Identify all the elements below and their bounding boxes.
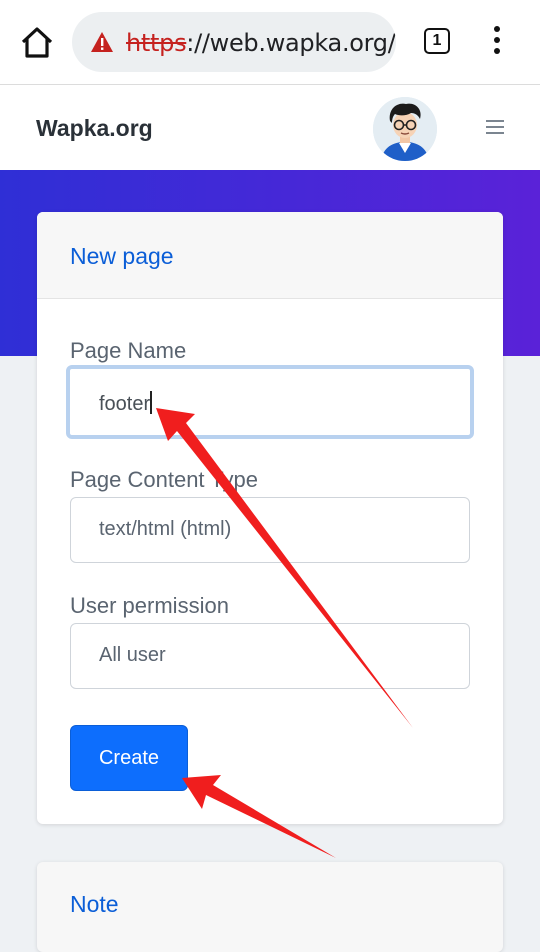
avatar-illustration [373, 97, 437, 161]
content-type-select[interactable]: text/html (html) [70, 497, 470, 563]
content-type-label: Page Content Type [70, 467, 258, 492]
overflow-menu-icon[interactable] [490, 26, 504, 58]
permission-select[interactable]: All user [70, 623, 470, 689]
home-icon[interactable] [18, 24, 56, 62]
text-caret [150, 391, 153, 414]
permission-label: User permission [70, 593, 229, 618]
content-type-value: text/html (html) [99, 518, 232, 540]
browser-toolbar: https://web.wapka.org/p 1 [0, 0, 540, 85]
url-text: https://web.wapka.org/p [126, 29, 396, 57]
page-name-value: footer [99, 391, 153, 415]
tab-switcher-icon[interactable]: 1 [424, 28, 450, 54]
page-name-label: Page Name [70, 338, 187, 363]
avatar[interactable] [373, 97, 437, 161]
hamburger-icon[interactable] [486, 120, 504, 134]
warning-icon [91, 32, 113, 52]
card-header: New page [37, 212, 503, 299]
note-card: Note [37, 862, 503, 952]
card-title: New page [70, 243, 174, 269]
site-brand[interactable]: Wapka.org [36, 115, 153, 142]
create-button[interactable]: Create [70, 725, 188, 791]
note-title: Note [70, 891, 119, 917]
url-path: ://web.wapka.org/p [186, 29, 396, 57]
url-scheme: https [126, 29, 187, 57]
new-page-card: New page Page Name footer Page Content T… [37, 212, 503, 824]
address-bar[interactable]: https://web.wapka.org/p [72, 12, 396, 72]
permission-value: All user [99, 644, 166, 666]
site-header: Wapka.org [0, 85, 540, 170]
page-name-input[interactable]: footer [66, 365, 474, 439]
